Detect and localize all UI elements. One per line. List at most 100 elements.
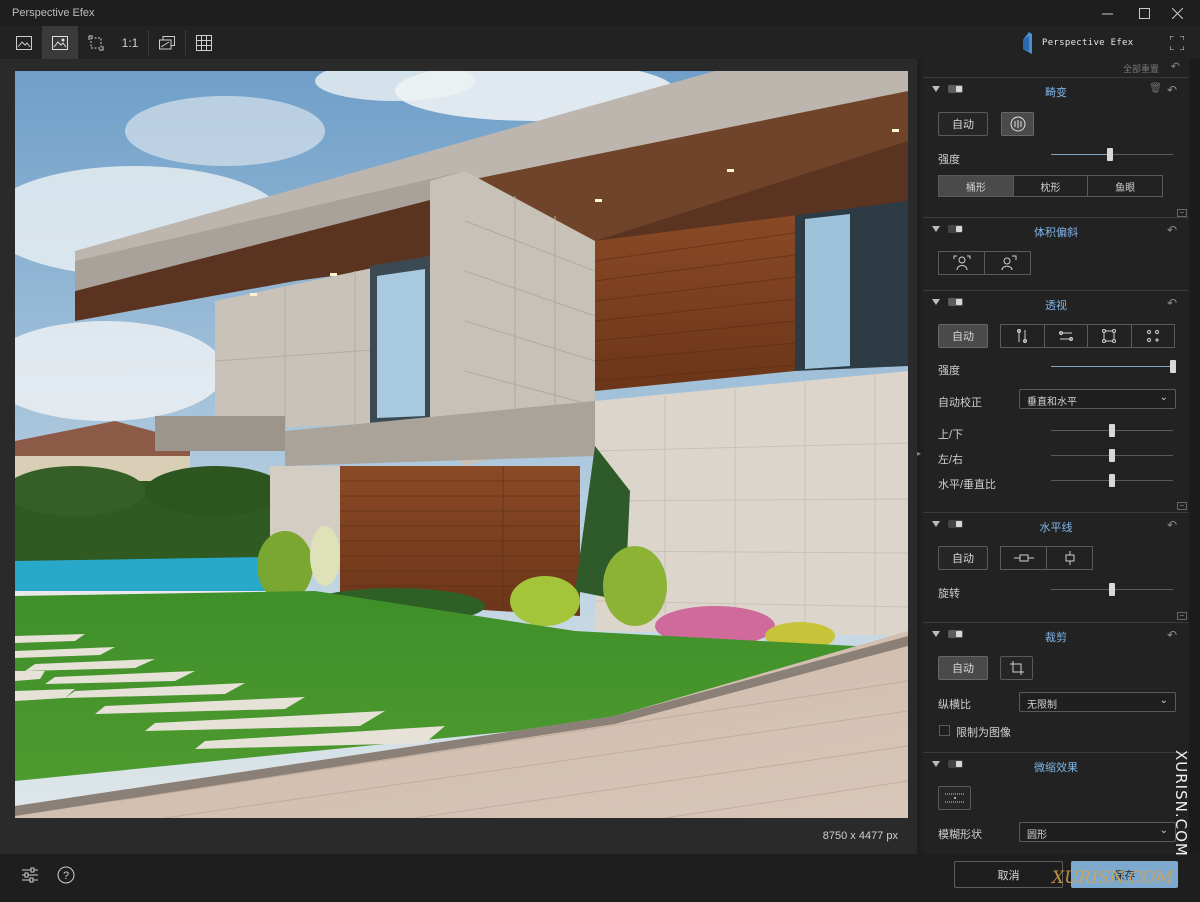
auto-correct-value: 垂直和水平	[1027, 397, 1077, 408]
rectangle-guide-button[interactable]	[1088, 325, 1132, 347]
chevron-down-icon: ⌄	[1159, 825, 1168, 836]
before-view-button[interactable]	[6, 26, 42, 59]
volume-mode-group	[938, 251, 1031, 275]
horizontal-guide-button[interactable]	[1045, 325, 1088, 347]
horizontal-lines-icon	[1058, 331, 1073, 341]
vertical-lines-icon	[1017, 329, 1028, 343]
section-horizon: 水平线 ↶ 自动 旋转 –	[923, 512, 1189, 622]
after-view-button[interactable]	[42, 26, 78, 59]
adjustment-panel: 全部重置 ↶ 畸变 🗑 ↶ 自动 强度 桶形 枕形 鱼眼 – 体积偏斜 ↶ 透视…	[923, 59, 1189, 854]
person-center-icon	[953, 255, 970, 271]
undo-icon[interactable]: ↶	[1167, 83, 1177, 97]
section-volume: 体积偏斜 ↶	[923, 217, 1189, 290]
fit-view-button[interactable]	[78, 26, 114, 59]
section-header[interactable]: 透视 ↶	[923, 291, 1189, 315]
lens-waveform-icon	[1010, 116, 1025, 132]
distortion-strength-slider[interactable]	[1051, 148, 1173, 162]
vertical-level-button[interactable]	[1047, 547, 1092, 569]
undo-icon[interactable]: ↶	[1167, 518, 1177, 532]
vertical-guide-button[interactable]	[1001, 325, 1045, 347]
section-minimize-button[interactable]: –	[1177, 209, 1187, 217]
volume-edge-button[interactable]	[985, 252, 1030, 274]
preview-image[interactable]	[15, 71, 908, 818]
crop-auto-button[interactable]: 自动	[938, 656, 988, 680]
bottom-bar: ? 取消 保存	[0, 854, 1200, 902]
section-header[interactable]: 微缩效果	[923, 753, 1189, 777]
mode-barrel[interactable]: 桶形	[939, 176, 1014, 196]
section-header[interactable]: 裁剪 ↶	[923, 623, 1189, 647]
section-crop: 裁剪 ↶ 自动 纵横比 无限制 ⌄ 限制为图像	[923, 622, 1189, 752]
horizontal-slider[interactable]	[1051, 449, 1173, 463]
rectangle-guide-icon	[1102, 329, 1117, 343]
vertical-level-icon	[1065, 551, 1074, 565]
watermark-vertical: XURISN.COM	[1172, 750, 1190, 857]
horizon-auto-button[interactable]: 自动	[938, 546, 988, 570]
reset-all-button[interactable]: 全部重置	[1123, 62, 1159, 75]
blur-shape-value: 圆形	[1027, 830, 1047, 841]
section-header[interactable]: 体积偏斜 ↶	[923, 218, 1189, 242]
settings-button[interactable]	[18, 863, 42, 887]
distortion-auto-button[interactable]: 自动	[938, 112, 988, 136]
aspect-ratio-dropdown[interactable]: 无限制 ⌄	[1019, 692, 1176, 712]
chevron-down-icon: ⌄	[1159, 392, 1168, 403]
help-button[interactable]: ?	[54, 863, 78, 887]
distortion-detect-button[interactable]	[1001, 112, 1034, 136]
compare-view-button[interactable]	[149, 26, 185, 59]
section-minimize-button[interactable]: –	[1177, 612, 1187, 620]
trash-icon[interactable]: 🗑	[1149, 83, 1162, 94]
volume-center-button[interactable]	[939, 252, 985, 274]
close-icon	[1171, 7, 1183, 19]
limit-to-image-label: 限制为图像	[956, 727, 1011, 739]
vertical-slider[interactable]	[1051, 424, 1173, 438]
horizontal-level-icon	[1013, 554, 1034, 562]
ratio-label: 水平/垂直比	[938, 479, 997, 491]
window-title: Perspective Efex	[12, 7, 95, 19]
grid-button[interactable]	[186, 26, 222, 59]
section-minimize-button[interactable]: –	[1177, 502, 1187, 510]
cancel-button[interactable]: 取消	[954, 861, 1063, 888]
actual-size-button[interactable]: 1:1	[112, 26, 148, 59]
reset-all-icon[interactable]: ↶	[1171, 60, 1180, 73]
help-icon: ?	[57, 866, 75, 884]
rotate-slider[interactable]	[1051, 583, 1173, 597]
section-title: 水平线	[1039, 522, 1073, 534]
close-button[interactable]	[1154, 0, 1200, 26]
perspective-efex-logo-icon	[1023, 32, 1032, 54]
horizon-level-button[interactable]	[1001, 547, 1047, 569]
undo-icon[interactable]: ↶	[1167, 296, 1177, 310]
miniature-area-button[interactable]	[938, 786, 971, 810]
crop-tool-button[interactable]	[1000, 656, 1033, 680]
auto-correct-dropdown[interactable]: 垂直和水平 ⌄	[1019, 389, 1176, 409]
crop-icon	[1009, 661, 1024, 675]
perspective-tool-group	[1000, 324, 1175, 348]
strength-label: 强度	[938, 365, 960, 377]
point-guide-button[interactable]	[1132, 325, 1175, 347]
house-photo	[15, 71, 908, 818]
section-title: 透视	[1045, 300, 1067, 312]
watermark-horizontal: XURISN.COM	[1052, 868, 1174, 888]
section-header[interactable]: 畸变 🗑 ↶	[923, 78, 1189, 102]
section-header[interactable]: 水平线 ↶	[923, 513, 1189, 537]
image-canvas[interactable]: 8750 x 4477 px	[0, 59, 917, 854]
mode-fisheye[interactable]: 鱼眼	[1088, 176, 1162, 196]
person-edge-icon	[1001, 255, 1016, 271]
perspective-auto-button[interactable]: 自动	[938, 324, 988, 348]
ratio-slider[interactable]	[1051, 474, 1173, 488]
perspective-strength-slider[interactable]	[1051, 360, 1176, 374]
image-dimensions: 8750 x 4477 px	[822, 830, 898, 842]
fullscreen-icon	[1170, 36, 1184, 50]
undo-icon[interactable]: ↶	[1167, 628, 1177, 642]
actual-size-label: 1:1	[121, 35, 139, 50]
limit-to-image-checkbox[interactable]	[939, 725, 950, 736]
mode-pincushion[interactable]: 枕形	[1014, 176, 1089, 196]
brand-logo: Perspective Efex	[1020, 32, 1134, 54]
toolbar: 1:1 Perspective Efex	[0, 26, 1200, 59]
fullscreen-button[interactable]	[1166, 32, 1188, 54]
minimize-icon	[1101, 13, 1113, 14]
compare-icon	[159, 35, 175, 49]
vertical-label: 上/下	[938, 429, 964, 441]
blur-shape-dropdown[interactable]: 圆形 ⌄	[1019, 822, 1176, 842]
undo-icon[interactable]: ↶	[1167, 223, 1177, 237]
distortion-mode-group: 桶形 枕形 鱼眼	[938, 175, 1163, 197]
panel-scrollbar[interactable]	[1189, 59, 1200, 854]
